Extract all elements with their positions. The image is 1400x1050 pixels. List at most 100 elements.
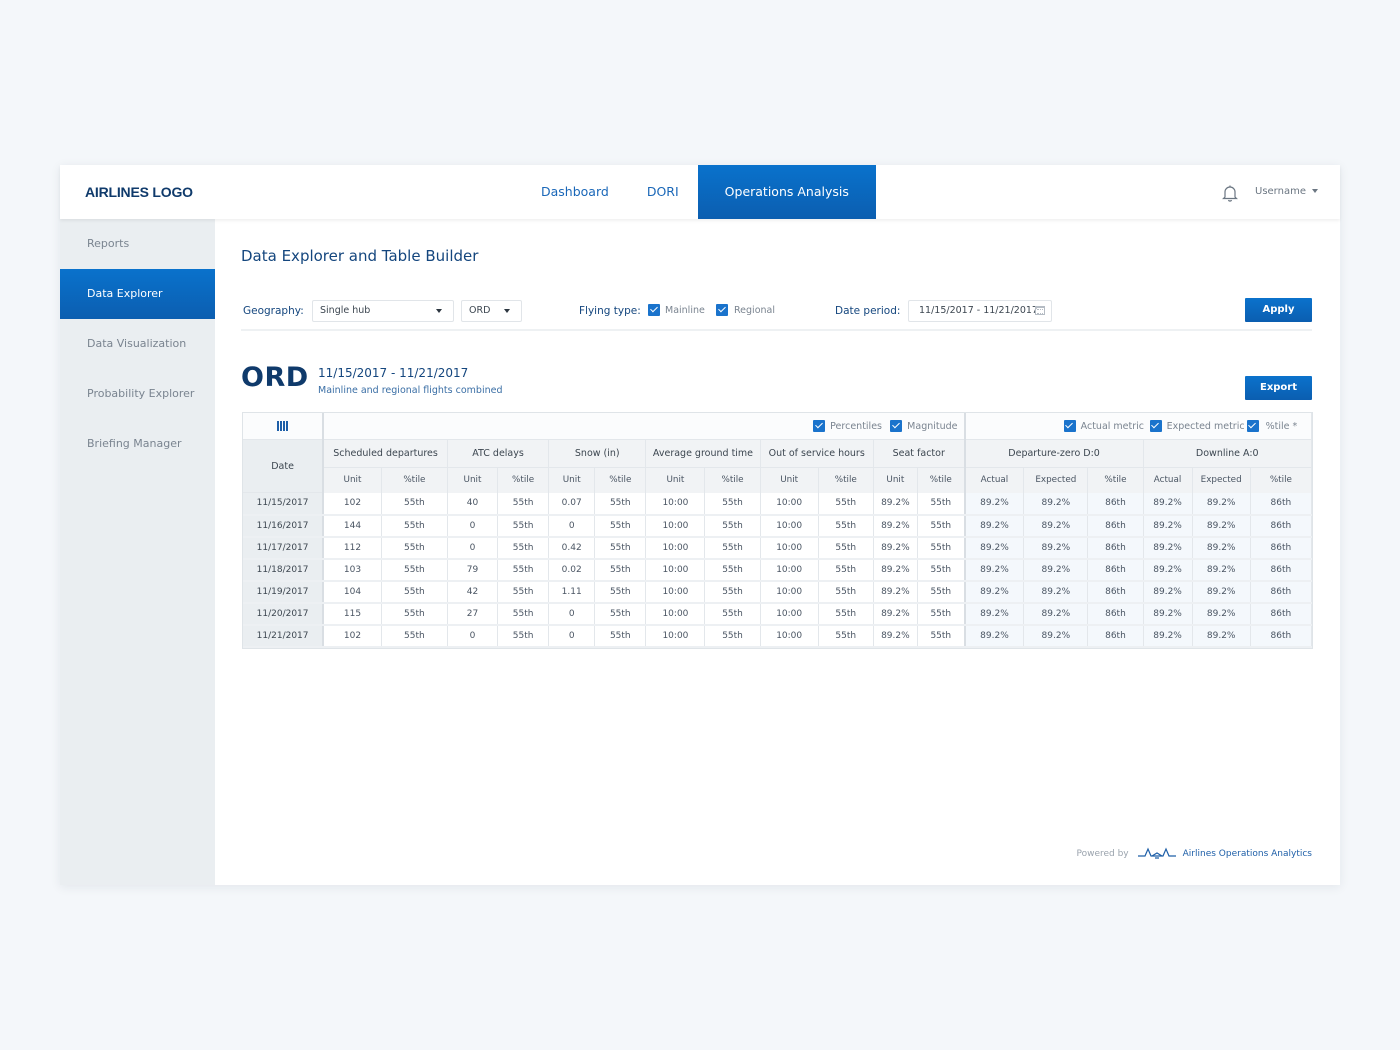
date-period-input[interactable]: 11/15/2017 - 11/21/2017 — [908, 300, 1052, 322]
table-group-header-row: Date Scheduled departures ATC delays Sno… — [243, 439, 1313, 493]
table-cell: 55th — [381, 536, 448, 560]
sidebar-item-probability-explorer[interactable]: Probability Explorer — [60, 369, 215, 419]
apply-button[interactable]: Apply — [1245, 298, 1312, 322]
table-sub-header-row: Unit %tile Unit %tile Unit %tile Unit %tile Unit… — [243, 467, 1313, 493]
table-cell: 86th — [1250, 624, 1313, 648]
table-cell: 10:00 — [760, 624, 819, 648]
table-cell: 89.2% — [1023, 580, 1089, 604]
table-cell: 86th — [1087, 602, 1144, 626]
table-cell: 86th — [1087, 536, 1144, 560]
calendar-icon[interactable] — [1035, 306, 1045, 315]
table-cell: 55th — [497, 580, 550, 604]
result-date-range: 11/15/2017 - 11/21/2017 — [318, 366, 469, 380]
table-cell: 89.2% — [1192, 558, 1251, 582]
hub-select[interactable]: ORD — [461, 300, 522, 322]
nav-dori[interactable]: DORI — [628, 165, 698, 219]
table-cell: 0.42 — [548, 536, 596, 560]
table-row[interactable]: 11/19/2017 104 55th 42 55th 1.11 55th 10:00 55th… — [243, 580, 1313, 604]
table-cell: 55th — [594, 624, 647, 648]
table-cell: 55th — [594, 492, 647, 516]
table-toolbar-right: Actual metric Expected metric %tile * — [964, 413, 1312, 440]
sidebar-item-data-visualization[interactable]: Data Visualization — [60, 319, 215, 369]
table-cell: 0 — [447, 514, 499, 538]
sidebar: Reports Data Explorer Data Visualization… — [60, 219, 215, 885]
table-cell: 55th — [704, 580, 761, 604]
table-cell: 79 — [447, 558, 499, 582]
sub-column-header: Actual — [1143, 467, 1193, 493]
table-cell: 89.2% — [1143, 580, 1193, 604]
table-row[interactable]: 11/21/2017 102 55th 0 55th 0 55th 10:00 55th 10:0… — [243, 624, 1313, 648]
table-cell: 89.2% — [1023, 536, 1089, 560]
date-cell: 11/18/2017 — [243, 558, 325, 582]
table-cell: 89.2% — [873, 492, 918, 516]
table-cell: 86th — [1087, 514, 1144, 538]
export-button[interactable]: Export — [1245, 376, 1312, 400]
table-cell: 89.2% — [1192, 602, 1251, 626]
table-cell: 55th — [818, 536, 874, 560]
table-cell: 89.2% — [1192, 580, 1251, 604]
magnitude-label: Magnitude — [907, 421, 958, 432]
table-cell: 55th — [917, 624, 966, 648]
bell-icon[interactable] — [1222, 184, 1238, 202]
percentiles-checkbox[interactable] — [813, 420, 826, 432]
magnitude-checkbox[interactable] — [890, 420, 903, 432]
regional-label: Regional — [734, 305, 775, 316]
airline-logo[interactable]: AIRLINES LOGO — [85, 184, 193, 200]
geography-select-value: Single hub — [320, 305, 371, 316]
table-cell: 55th — [594, 602, 647, 626]
nav-operations-analysis[interactable]: Operations Analysis — [697, 165, 876, 219]
geography-select[interactable]: Single hub — [312, 300, 454, 322]
regional-checkbox[interactable] — [716, 304, 728, 316]
hub-code-title: ORD — [241, 362, 309, 393]
top-navbar: AIRLINES LOGO Dashboard DORI Operations … — [60, 165, 1340, 219]
group-header: Downline A:0 — [1143, 439, 1313, 468]
table-cell: 103 — [323, 558, 382, 582]
sub-column-header: Actual — [964, 467, 1025, 493]
footer: Powered by Airlines Operations Analytics — [1076, 847, 1312, 861]
table-cell: 55th — [381, 580, 448, 604]
table-row[interactable]: 11/20/2017 115 55th 27 55th 0 55th 10:00 55th 10:… — [243, 602, 1313, 626]
percentile-checkbox[interactable] — [1246, 420, 1259, 432]
flying-type-label: Flying type: — [579, 305, 641, 317]
sub-column-header: %tile — [497, 467, 550, 493]
sidebar-item-reports[interactable]: Reports — [60, 219, 215, 269]
table-cell: 89.2% — [873, 580, 918, 604]
user-menu[interactable]: Username — [1255, 186, 1318, 197]
group-header: Snow (in) — [548, 439, 647, 468]
sidebar-item-data-explorer[interactable]: Data Explorer — [60, 269, 215, 319]
table-cell: 55th — [497, 558, 550, 582]
nav-dashboard[interactable]: Dashboard — [522, 165, 628, 219]
table-cell: 55th — [381, 492, 448, 516]
powered-by-label: Powered by — [1076, 849, 1129, 859]
date-period-value: 11/15/2017 - 11/21/2017 — [919, 305, 1038, 316]
table-cell: 0 — [447, 624, 499, 648]
sidebar-item-briefing-manager[interactable]: Briefing Manager — [60, 419, 215, 469]
table-row[interactable]: 11/15/2017 102 55th 40 55th 0.07 55th 10:00 55th… — [243, 492, 1313, 516]
date-cell: 11/19/2017 — [243, 580, 325, 604]
table-cell: 55th — [497, 492, 550, 516]
table-cell: 55th — [381, 602, 448, 626]
table-cell: 55th — [818, 492, 874, 516]
actual-metric-checkbox[interactable] — [1063, 420, 1076, 432]
table-cell: 1.11 — [548, 580, 596, 604]
table-cell: 102 — [323, 492, 382, 516]
table-cell: 10:00 — [760, 514, 819, 538]
table-cell: 55th — [497, 624, 550, 648]
expected-metric-checkbox[interactable] — [1149, 420, 1162, 432]
table-cell: 86th — [1250, 514, 1313, 538]
sub-column-header: Unit — [645, 467, 706, 493]
table-row[interactable]: 11/17/2017 112 55th 0 55th 0.42 55th 10:00 55th 1… — [243, 536, 1313, 560]
sub-column-header: %tile — [818, 467, 874, 493]
mainline-checkbox[interactable] — [648, 304, 660, 316]
sub-column-header: Unit — [873, 467, 918, 493]
date-cell: 11/17/2017 — [243, 536, 325, 560]
table-cell: 10:00 — [760, 492, 819, 516]
table-row[interactable]: 11/18/2017 103 55th 79 55th 0.02 55th 10:00 55th… — [243, 558, 1313, 582]
date-column-header[interactable]: Date — [243, 439, 325, 493]
table-row[interactable]: 11/16/2017 144 55th 0 55th 0 55th 10:00 55th 10:0… — [243, 514, 1313, 538]
filter-bar: Geography: Single hub ORD Flying type: M… — [241, 295, 1312, 331]
table-cell: 89.2% — [964, 580, 1025, 604]
table-cell: 55th — [818, 558, 874, 582]
table-cell: 89.2% — [873, 514, 918, 538]
columns-icon[interactable] — [276, 420, 289, 431]
